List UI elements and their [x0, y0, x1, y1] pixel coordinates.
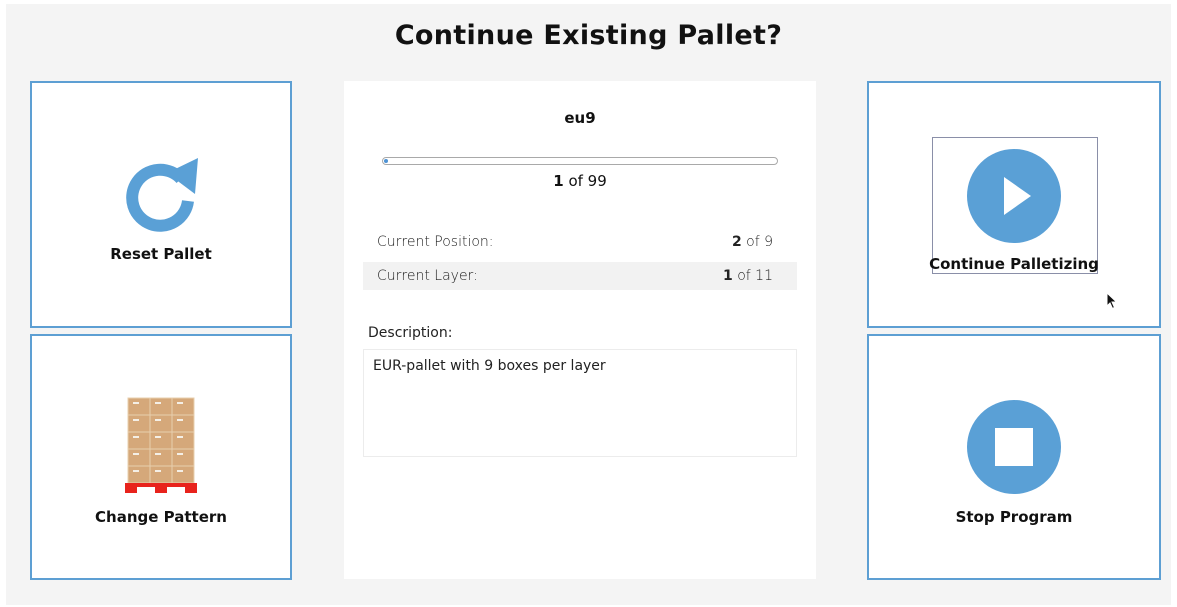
- progress-bar: [382, 157, 778, 165]
- pallet-info-panel: eu9 1 of 99 Current Position: 2 of 9 Cur…: [344, 81, 816, 579]
- description-text: EUR-pallet with 9 boxes per layer: [363, 349, 797, 457]
- stop-icon: [967, 400, 1061, 494]
- current-layer-row: Current Layer: 1 of 11: [363, 262, 797, 290]
- change-pattern-button[interactable]: Change Pattern: [30, 334, 292, 580]
- current-position-number: 2: [731, 234, 742, 250]
- progress-current: 1: [553, 172, 564, 190]
- play-icon: [967, 149, 1061, 243]
- current-position-total: of 9: [741, 234, 773, 250]
- current-layer-number: 1: [723, 268, 733, 284]
- current-layer-label: Current Layer:: [377, 268, 478, 284]
- stop-program-label: Stop Program: [955, 508, 1073, 526]
- description-label: Description:: [368, 325, 453, 341]
- current-position-label: Current Position:: [377, 234, 494, 250]
- current-layer-value: 1 of 11: [723, 268, 773, 284]
- current-position-value: 2 of 9: [732, 234, 773, 250]
- continue-palletizing-label: Continue Palletizing: [929, 255, 1099, 273]
- continue-palletizing-button[interactable]: Continue Palletizing: [867, 81, 1161, 328]
- change-pattern-label: Change Pattern: [95, 508, 227, 526]
- current-position-row: Current Position: 2 of 9: [363, 228, 797, 256]
- reset-pallet-label: Reset Pallet: [110, 245, 212, 263]
- pattern-name: eu9: [564, 109, 596, 127]
- progress-total: of 99: [563, 172, 607, 190]
- mouse-cursor-icon: [1106, 292, 1118, 310]
- refresh-icon: [126, 158, 198, 232]
- reset-pallet-button[interactable]: Reset Pallet: [30, 81, 292, 328]
- progress-bar-fill: [384, 159, 388, 163]
- stop-program-button[interactable]: Stop Program: [867, 334, 1161, 580]
- pallet-boxes-icon: [125, 397, 197, 493]
- page-title: Continue Existing Pallet?: [394, 20, 783, 51]
- current-layer-total: of 11: [732, 268, 773, 284]
- progress-text: 1 of 99: [344, 172, 816, 190]
